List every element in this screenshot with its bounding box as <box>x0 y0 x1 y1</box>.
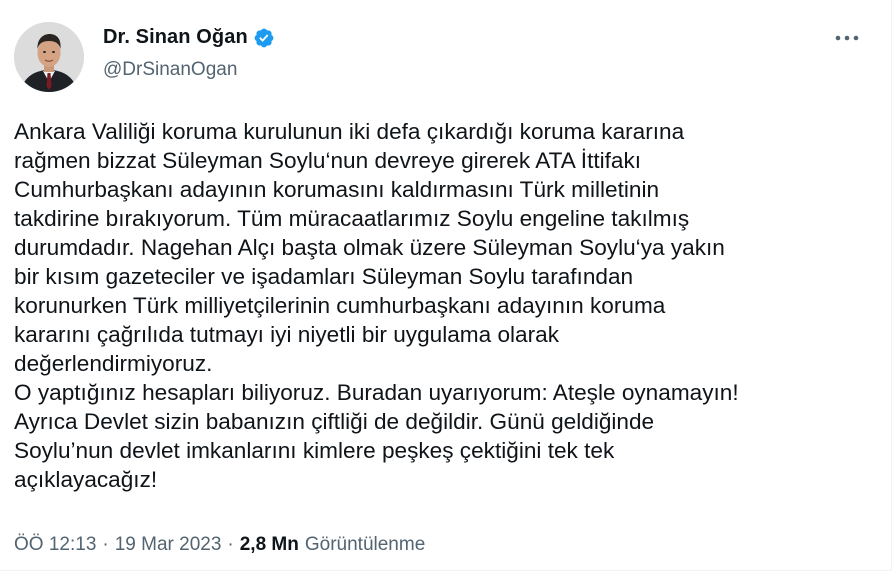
more-options-button[interactable] <box>833 26 861 50</box>
meta-separator: · <box>227 534 234 555</box>
views-count: 2,8 Mn <box>239 534 299 555</box>
more-options-icon <box>835 35 859 41</box>
author-name-row: Dr. Sinan Oğan <box>103 26 275 49</box>
author-display-name[interactable]: Dr. Sinan Oğan <box>103 26 248 49</box>
tweet-card: Dr. Sinan Oğan @DrSinanOgan Ankara Valil… <box>0 0 892 571</box>
tweet-meta: ÖÖ 12:13 · 19 Mar 2023 · 2,8 Mn Görüntül… <box>14 534 425 556</box>
verified-badge-icon <box>254 28 274 47</box>
tweet-body-text: Ankara Valiliği koruma kurulunun iki def… <box>14 119 739 492</box>
views-label: Görüntülenme <box>304 534 426 555</box>
tweet-time[interactable]: ÖÖ 12:13 <box>14 534 96 556</box>
avatar-image <box>14 22 84 92</box>
profile-avatar[interactable] <box>14 22 84 92</box>
meta-separator: · <box>102 534 109 555</box>
author-handle[interactable]: @DrSinanOgan <box>103 59 237 81</box>
tweet-date[interactable]: 19 Mar 2023 <box>115 534 222 556</box>
